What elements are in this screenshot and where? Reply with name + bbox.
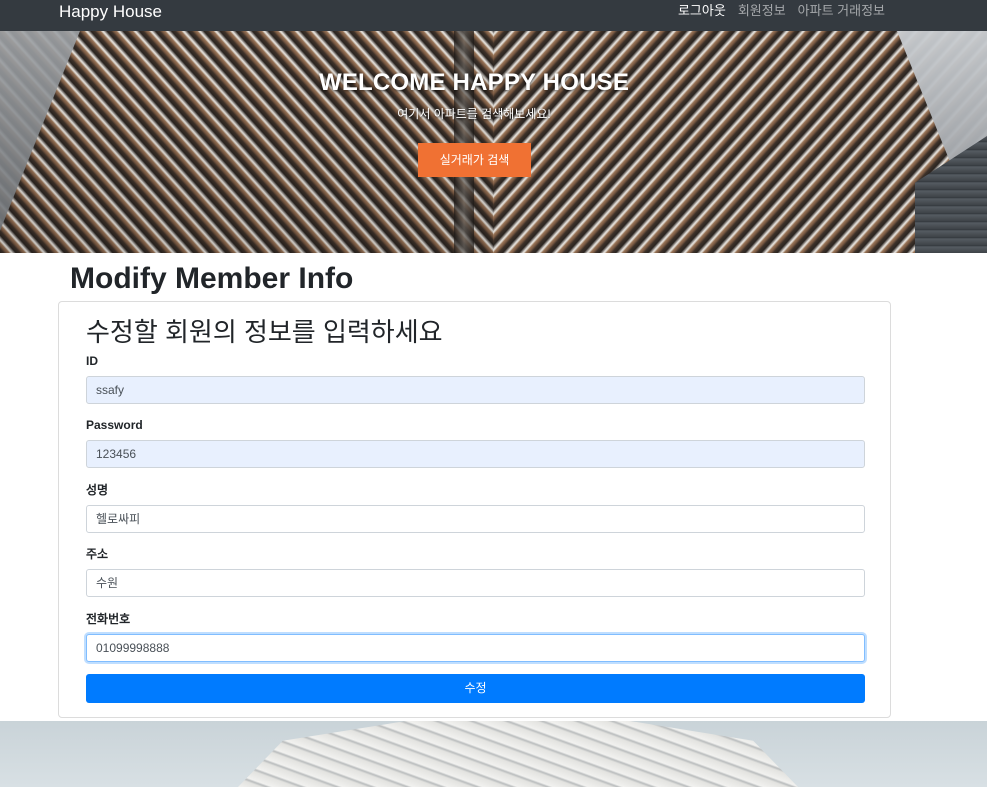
nav-links: 로그아웃 회원정보 아파트 거래정보 xyxy=(678,2,885,19)
password-label: Password xyxy=(86,418,143,432)
navbar: Happy House 로그아웃 회원정보 아파트 거래정보 xyxy=(0,0,987,31)
brand-link[interactable]: Happy House xyxy=(59,2,162,22)
phone-field[interactable]: 01099998888 xyxy=(86,634,865,662)
hero-sky-left xyxy=(0,31,80,231)
address-label: 주소 xyxy=(86,547,109,561)
hero-banner: WELCOME HAPPY HOUSE 여기서 아파트를 검색해보세요! 실거래… xyxy=(0,31,987,253)
password-field[interactable]: 123456 xyxy=(86,440,865,468)
hero-subtitle: 여기서 아파트를 검색해보세요! xyxy=(397,107,551,121)
phone-label: 전화번호 xyxy=(86,612,131,626)
modify-form-card: 수정할 회원의 정보를 입력하세요 ID ssafy Password 1234… xyxy=(58,301,891,718)
modify-submit-button[interactable]: 수정 xyxy=(86,674,865,703)
id-label: ID xyxy=(86,354,98,368)
nav-logout-link[interactable]: 로그아웃 xyxy=(678,2,726,19)
address-field[interactable]: 수원 xyxy=(86,569,865,597)
page-title: Modify Member Info xyxy=(70,262,354,295)
name-field[interactable]: 헬로싸피 xyxy=(86,505,865,533)
id-field[interactable]: ssafy xyxy=(86,376,865,404)
form-heading: 수정할 회원의 정보를 입력하세요 xyxy=(86,317,443,347)
footer-building xyxy=(238,721,798,787)
nav-apt-deals-link[interactable]: 아파트 거래정보 xyxy=(798,2,885,19)
hero-title: WELCOME HAPPY HOUSE xyxy=(318,69,630,96)
nav-member-info-link[interactable]: 회원정보 xyxy=(738,2,786,19)
search-deals-button[interactable]: 실거래가 검색 xyxy=(418,143,531,177)
footer-building-image xyxy=(0,721,987,787)
hero-building-spine xyxy=(454,31,474,253)
name-label: 성명 xyxy=(86,483,109,497)
